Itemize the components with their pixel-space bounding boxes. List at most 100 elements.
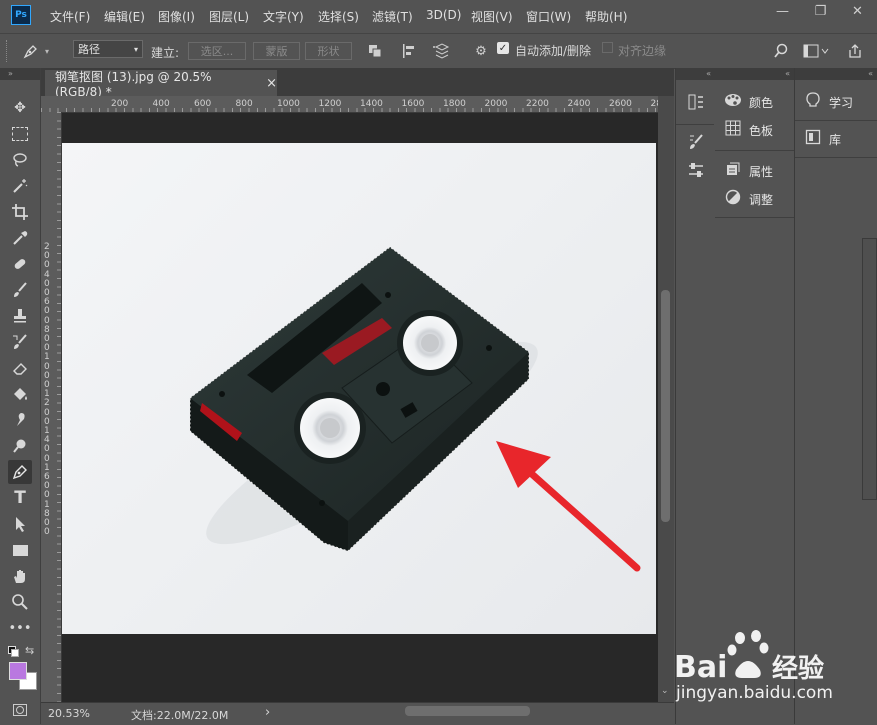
- vertical-scroll-thumb[interactable]: [661, 290, 670, 522]
- panel-tab-color[interactable]: 颜色: [715, 88, 794, 116]
- tool-mode-select[interactable]: 路径 ▾: [73, 40, 143, 58]
- pen-tool-preset-icon[interactable]: [22, 42, 40, 60]
- crop-tool-icon[interactable]: [8, 200, 32, 224]
- lasso-tool-icon[interactable]: [8, 148, 32, 172]
- ruler-top-label: 2600: [609, 99, 632, 109]
- history-brush-tool-icon[interactable]: [8, 330, 32, 354]
- foreground-color-swatch[interactable]: [9, 662, 27, 680]
- dodge-tool-icon[interactable]: [8, 434, 32, 458]
- brush-settings-icon[interactable]: [686, 132, 706, 152]
- share-icon[interactable]: [846, 42, 864, 60]
- smudge-tool-icon[interactable]: [8, 408, 32, 432]
- make-label: 建立:: [151, 46, 180, 60]
- channel-mixer-icon[interactable]: [686, 160, 706, 180]
- clone-stamp-tool-icon[interactable]: [8, 304, 32, 328]
- rectangle-tool-icon[interactable]: [8, 538, 32, 562]
- magic-wand-tool-icon[interactable]: [8, 174, 32, 198]
- panel-a-collapse-icon[interactable]: «: [715, 68, 794, 80]
- marquee-tool-icon[interactable]: [8, 122, 32, 146]
- panel-divider: [715, 150, 794, 151]
- menu-image[interactable]: 图像(I): [158, 8, 195, 25]
- make-shape-button[interactable]: 形状: [305, 42, 352, 60]
- close-tab-icon[interactable]: ×: [266, 76, 277, 91]
- panel-collapse-icon[interactable]: «: [676, 68, 715, 80]
- menu-filter[interactable]: 滤镜(T): [372, 8, 413, 25]
- menu-select[interactable]: 选择(S): [318, 8, 359, 25]
- swap-colors-icon[interactable]: ⇆: [25, 644, 34, 657]
- auto-add-delete-checkbox[interactable]: ✓: [497, 42, 509, 54]
- ruler-top-label: 1000: [277, 99, 300, 109]
- chevron-down-icon: ▾: [133, 44, 138, 54]
- preset-dropdown-chevron-icon[interactable]: ▾: [45, 47, 49, 56]
- zoom-level[interactable]: 20.53%: [48, 707, 90, 720]
- eyedropper-tool-icon[interactable]: [8, 226, 32, 250]
- make-mask-button[interactable]: 蒙版: [253, 42, 300, 60]
- document-info: 文档:22.0M/22.0M: [131, 709, 229, 722]
- ruler-top-label: 2800: [650, 99, 659, 109]
- menu-layer[interactable]: 图层(L): [209, 8, 249, 25]
- panel-tab-adjustments-label: 调整: [749, 192, 774, 207]
- minimize-button[interactable]: —: [768, 0, 797, 22]
- path-selection-tool-icon[interactable]: [8, 512, 32, 536]
- document-tab[interactable]: 钢笔抠图 (13).jpg @ 20.5%(RGB/8) * ×: [45, 70, 277, 99]
- history-panel-icon[interactable]: [686, 92, 706, 112]
- menu-window[interactable]: 窗口(W): [526, 8, 571, 25]
- pen-tool-icon[interactable]: [8, 460, 32, 484]
- path-alignment-icon[interactable]: [400, 42, 418, 60]
- menu-edit[interactable]: 编辑(E): [104, 8, 145, 25]
- type-tool-icon[interactable]: T: [8, 486, 32, 510]
- zoom-tool-icon[interactable]: [8, 590, 32, 614]
- path-operations-icon[interactable]: [366, 42, 384, 60]
- panel-tab-libraries[interactable]: 库: [795, 125, 877, 153]
- toolbox-collapse-icon[interactable]: »: [0, 68, 40, 80]
- ruler-top-label: 400: [152, 99, 170, 109]
- default-colors-icon[interactable]: [8, 646, 19, 657]
- gear-icon[interactable]: ⚙: [472, 42, 490, 60]
- libraries-icon: [803, 129, 823, 149]
- scroll-down-icon[interactable]: ⌄: [661, 686, 669, 696]
- panel-tab-adjustments[interactable]: 调整: [715, 185, 794, 213]
- menu-type[interactable]: 文字(Y): [263, 8, 304, 25]
- ruler-top-label: 800: [235, 99, 253, 109]
- ruler-top-label: 1800: [443, 99, 466, 109]
- brush-tool-icon[interactable]: [8, 278, 32, 302]
- panel-tab-swatches-label: 色板: [749, 123, 774, 138]
- tool-mode-value: 路径: [78, 43, 100, 56]
- menu-3d[interactable]: 3D(D): [426, 8, 461, 22]
- align-edges-label: 对齐边缘: [618, 44, 667, 58]
- panel-b-collapse-icon[interactable]: «: [795, 68, 877, 80]
- menu-file[interactable]: 文件(F): [50, 8, 90, 25]
- healing-brush-tool-icon[interactable]: [8, 252, 32, 276]
- menu-help[interactable]: 帮助(H): [585, 8, 627, 25]
- document-image[interactable]: [62, 143, 656, 634]
- more-tools-icon[interactable]: •••: [8, 616, 32, 640]
- close-button[interactable]: ✕: [843, 0, 872, 22]
- move-tool-icon[interactable]: ✥: [8, 96, 32, 120]
- restore-button[interactable]: ❐: [806, 0, 835, 22]
- panel-tab-swatches[interactable]: 色板: [715, 116, 794, 144]
- panel-divider: [715, 217, 794, 218]
- palette-icon: [723, 93, 743, 111]
- ruler-left[interactable]: 20040060080010001200140016001800: [41, 112, 62, 702]
- photoshop-logo: Ps: [11, 5, 31, 25]
- floating-panel-edge[interactable]: [862, 238, 877, 500]
- quick-mask-icon[interactable]: [13, 704, 27, 716]
- ruler-top-label: 1400: [360, 99, 383, 109]
- search-icon[interactable]: [772, 42, 790, 60]
- workspace-switcher-icon[interactable]: [801, 42, 831, 60]
- eraser-tool-icon[interactable]: [8, 356, 32, 380]
- status-menu-arrow-icon[interactable]: ›: [265, 705, 270, 720]
- make-selection-button[interactable]: 选区...: [188, 42, 246, 60]
- hand-tool-icon[interactable]: [8, 564, 32, 588]
- ruler-top-label: 1600: [401, 99, 425, 109]
- paint-bucket-tool-icon[interactable]: [8, 382, 32, 406]
- panel-tab-properties[interactable]: 属性: [715, 157, 794, 185]
- horizontal-scroll-thumb[interactable]: [405, 706, 530, 716]
- properties-icon: [723, 161, 743, 181]
- ruler-top[interactable]: 200 400 600 800 1000 1200 1400 1600 1800 2000 2200…: [41, 96, 658, 113]
- align-edges-checkbox[interactable]: [602, 42, 613, 53]
- panel-tab-learn[interactable]: 学习: [795, 88, 877, 116]
- path-arrangement-icon[interactable]: [432, 42, 450, 60]
- panel-group-a: « 颜色 色板 属性 调整: [715, 68, 795, 724]
- menu-view[interactable]: 视图(V): [471, 8, 513, 25]
